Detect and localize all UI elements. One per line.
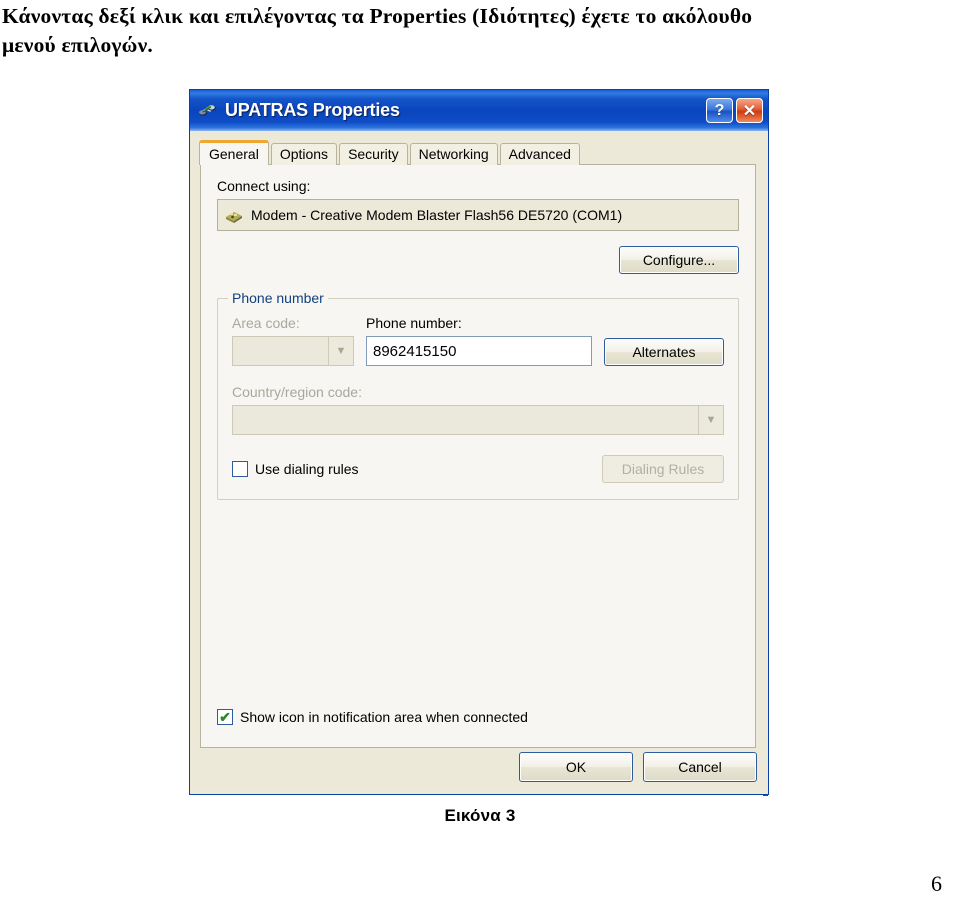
phone-number-field-group: Phone number: <box>366 315 592 366</box>
dialog-button-bar: OK Cancel <box>519 752 757 782</box>
modem-icon <box>224 206 244 224</box>
intro-paragraph: Κάνοντας δεξί κλικ και επιλέγοντας τα Pr… <box>2 2 958 60</box>
area-code-label: Area code: <box>232 315 300 331</box>
connect-using-device-text: Modem - Creative Modem Blaster Flash56 D… <box>251 207 623 223</box>
alternates-group: Alternates <box>604 338 724 366</box>
country-region-dropdown[interactable]: ▼ <box>232 405 724 435</box>
network-connection-icon <box>198 100 218 120</box>
intro-line-2: μενού επιλογών. <box>2 33 153 57</box>
chevron-down-icon: ▼ <box>328 337 353 365</box>
tab-advanced[interactable]: Advanced <box>499 143 580 165</box>
ok-button[interactable]: OK <box>519 752 633 782</box>
help-icon[interactable]: ? <box>706 98 733 123</box>
country-field-group: Country/region code: ▼ <box>232 384 724 435</box>
dialing-rules-row: ✔ Use dialing rules Dialing Rules <box>232 455 724 483</box>
use-dialing-rules-checkbox[interactable]: ✔ Use dialing rules <box>232 461 359 477</box>
figure-caption: Εικόνα 3 <box>444 806 516 825</box>
checkbox-box-unchecked: ✔ <box>232 461 248 477</box>
intro-line-1: Κάνοντας δεξί κλικ και επιλέγοντας τα Pr… <box>2 4 753 28</box>
tab-general[interactable]: General <box>199 140 269 165</box>
connect-using-label: Connect using: <box>217 178 311 194</box>
phone-number-input[interactable] <box>366 336 592 366</box>
country-region-value <box>233 406 698 434</box>
chevron-down-icon: ▼ <box>698 406 723 434</box>
configure-row: Configure... <box>217 246 739 274</box>
area-code-field-group: Area code: ▼ <box>232 315 354 366</box>
cancel-button[interactable]: Cancel <box>643 752 757 782</box>
tab-security[interactable]: Security <box>339 143 408 165</box>
checkbox-box-checked: ✔ <box>217 709 233 725</box>
phone-number-row: Area code: ▼ Phone number: Alternates <box>232 315 724 366</box>
tab-options[interactable]: Options <box>270 143 338 165</box>
tab-networking[interactable]: Networking <box>409 143 498 165</box>
show-icon-label: Show icon in notification area when conn… <box>240 709 528 725</box>
dialog-title: UPATRAS Properties <box>225 100 400 120</box>
area-code-value <box>233 337 328 365</box>
country-region-label: Country/region code: <box>232 384 362 400</box>
page-number: 6 <box>931 871 942 896</box>
titlebar-button-group: ? ✕ <box>706 98 763 123</box>
phone-number-groupbox: Phone number Area code: ▼ Phone number: … <box>217 290 739 500</box>
dialing-rules-button: Dialing Rules <box>602 455 724 483</box>
show-icon-checkbox[interactable]: ✔ Show icon in notification area when co… <box>217 709 528 725</box>
close-icon[interactable]: ✕ <box>736 98 763 123</box>
phone-number-label: Phone number: <box>366 315 462 331</box>
general-tab-panel: Connect using: Modem - Creative Modem Bl… <box>200 164 756 748</box>
dialog-titlebar: UPATRAS Properties ? ✕ <box>190 89 768 131</box>
connect-using-device[interactable]: Modem - Creative Modem Blaster Flash56 D… <box>217 199 739 231</box>
phone-number-legend: Phone number <box>228 290 328 306</box>
configure-button[interactable]: Configure... <box>619 246 739 274</box>
use-dialing-rules-label: Use dialing rules <box>255 461 359 477</box>
upatras-properties-dialog: UPATRAS Properties ? ✕ General Options S… <box>189 89 769 795</box>
area-code-dropdown[interactable]: ▼ <box>232 336 354 366</box>
tab-strip: General Options Security Networking Adva… <box>199 140 768 165</box>
alternates-button[interactable]: Alternates <box>604 338 724 366</box>
